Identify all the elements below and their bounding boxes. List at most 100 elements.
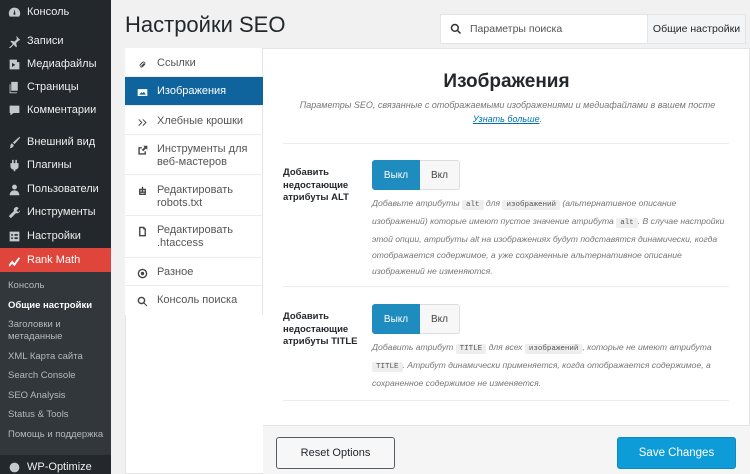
toggle-add-title[interactable]: Выкл Вкл [372, 304, 460, 334]
divider [283, 400, 729, 401]
divider [283, 286, 729, 287]
tools-icon [6, 204, 22, 220]
desc-text: Добавить атрибут [372, 342, 454, 352]
robot-icon [135, 184, 149, 198]
submenu-item-current[interactable]: Общие настройки [8, 300, 108, 312]
wp-menu-rank-math[interactable]: Rank Math [0, 248, 111, 272]
nav-item-links[interactable]: Ссылки [125, 48, 263, 77]
nav-item-webmaster-tools[interactable]: Инструменты для веб-мастеров [125, 135, 263, 175]
code-tag: TITLE [455, 344, 487, 354]
media-icon [6, 56, 22, 72]
file-icon [135, 224, 149, 238]
wp-menu-label: Плагины [27, 159, 72, 171]
code-tag: TITLE [372, 362, 403, 372]
field-label-title: Добавить недостающие атрибуты TITLE [283, 311, 358, 347]
code-tag: alt [462, 200, 484, 210]
search-icon [450, 23, 464, 35]
reset-options-button[interactable]: Reset Options [276, 437, 395, 469]
toggle-add-alt[interactable]: Выкл Вкл [372, 160, 460, 190]
wp-menu-tools[interactable]: Инструменты [0, 200, 111, 224]
link-icon [135, 57, 149, 71]
image-icon [135, 85, 149, 99]
wp-optimize-icon [6, 459, 22, 474]
nav-item-label: Редактировать .htaccess [157, 224, 233, 249]
code-tag: изображений [524, 344, 583, 354]
desc-text: Добавьте атрибуты [372, 198, 460, 208]
wp-menu-label: Записи [27, 35, 64, 47]
nav-item-images[interactable]: Изображения [125, 77, 263, 106]
submenu-item[interactable]: Status & Tools [8, 409, 108, 421]
wp-menu-pages[interactable]: Страницы [0, 75, 111, 99]
wp-menu-label: Внешний вид [27, 136, 96, 148]
field-description-title: Добавить атрибут TITLE для всех изображе… [372, 339, 730, 391]
search-scope-tab[interactable]: Общие настройки [648, 14, 746, 44]
nav-item-misc[interactable]: Разное [125, 258, 263, 286]
desc-text: , которые не имеют атрибута [582, 342, 712, 352]
wp-menu-dashboard[interactable]: Консоль [0, 0, 111, 24]
desc-text: для всех [488, 342, 523, 352]
wp-menu-label: Rank Math [27, 254, 81, 266]
learn-more-link[interactable]: Узнать больше [473, 114, 540, 124]
wp-menu-posts[interactable]: Записи [0, 29, 111, 53]
plugin-icon [6, 157, 22, 173]
toggle-option-on[interactable]: Вкл [420, 304, 460, 334]
search-input[interactable] [470, 23, 640, 35]
nav-item-label: Инструменты для веб-мастеров [157, 143, 248, 168]
wp-menu-plugins[interactable]: Плагины [0, 153, 111, 177]
toggle-option-on[interactable]: Вкл [420, 160, 460, 190]
toggle-option-off[interactable]: Выкл [372, 160, 420, 190]
nav-item-label: Изображения [157, 85, 227, 97]
page-title: Настройки SEO [125, 12, 286, 37]
submenu-item[interactable]: SEO Analysis [8, 390, 108, 402]
nav-item-label: Редактировать robots.txt [157, 184, 233, 209]
submenu-item[interactable]: Search Console [8, 370, 108, 382]
rank-math-submenu [0, 271, 111, 455]
code-tag: изображений [502, 200, 560, 210]
wp-menu-label: Пользователи [27, 183, 99, 195]
nav-item-search-console[interactable]: Консоль поиска [125, 286, 263, 315]
code-tag: alt [616, 218, 638, 228]
brush-icon [6, 134, 22, 150]
users-icon [6, 181, 22, 197]
wp-menu-media[interactable]: Медиафайлы [0, 52, 111, 76]
nav-item-label: Разное [157, 266, 194, 278]
wp-menu-label: Инструменты [27, 206, 96, 218]
wp-menu-label: Страницы [27, 81, 79, 93]
submenu-item[interactable]: Консоль [8, 280, 108, 292]
nav-item-label: Консоль поиска [157, 294, 238, 306]
rankmath-icon [6, 252, 22, 268]
wp-menu-label: Комментарии [27, 104, 97, 116]
wp-menu-label: WP-Optimize [27, 461, 92, 473]
wp-menu-wp-optimize[interactable]: WP-Optimize [0, 455, 111, 474]
submenu-item[interactable]: Заголовки и метаданные [8, 319, 108, 343]
circle-dot-icon [135, 266, 149, 280]
toggle-option-off[interactable]: Выкл [372, 304, 420, 334]
nav-item-robots-txt[interactable]: Редактировать robots.txt [125, 175, 263, 216]
wp-menu-label: Консоль [27, 6, 70, 18]
nav-item-label: Ссылки [157, 57, 196, 69]
nav-item-breadcrumbs[interactable]: Хлебные крошки [125, 106, 263, 135]
settings-nav: Ссылки Изображения Хлебные крошки Инстру… [125, 48, 263, 315]
search-box[interactable] [440, 14, 648, 44]
dashboard-icon [6, 4, 22, 20]
wp-menu-appearance[interactable]: Внешний вид [0, 130, 111, 154]
field-label-alt: Добавить недостающие атрибуты ALT [283, 167, 349, 203]
section-description-text: Параметры SEO, связанные с отображаемыми… [299, 100, 716, 110]
submenu-item[interactable]: XML Карта сайта [8, 351, 108, 363]
desc-text: для [485, 198, 501, 208]
section-title: Изображения [443, 71, 570, 92]
search-icon [135, 294, 149, 308]
wp-menu-settings[interactable]: Настройки [0, 224, 111, 248]
pages-icon [6, 79, 22, 95]
nav-item-label: Хлебные крошки [157, 115, 244, 127]
submenu-item[interactable]: Помощь и поддержка [8, 429, 108, 441]
wp-menu-label: Настройки [27, 230, 81, 242]
wp-menu-comments[interactable]: Комментарии [0, 98, 111, 122]
wp-menu-label: Медиафайлы [27, 58, 97, 70]
save-changes-button[interactable]: Save Changes [617, 437, 736, 469]
nav-item-htaccess[interactable]: Редактировать .htaccess [125, 216, 263, 258]
wp-menu-users[interactable]: Пользователи [0, 177, 111, 201]
comments-icon [6, 102, 22, 118]
section-description: Параметры SEO, связанные с отображаемыми… [270, 98, 745, 126]
desc-text: . Атрибут динамически применяется, когда… [372, 360, 711, 388]
